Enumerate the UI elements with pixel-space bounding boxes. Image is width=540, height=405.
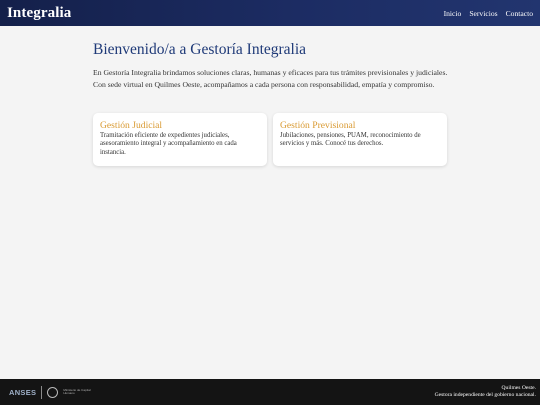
logo-divider <box>41 385 43 399</box>
footer-info: Quilmes Oeste. Gestora independiente del… <box>435 385 536 399</box>
page-title: Bienvenido/a a Gestoría Integralia <box>93 41 307 58</box>
nav-link-contacto[interactable]: Contacto <box>506 9 533 18</box>
card-gestion-judicial: Gestión Judicial Tramitación eficiente d… <box>93 113 267 166</box>
footer-logos: ANSES Ministerio de Capital Humano <box>9 385 95 399</box>
welcome-section: Bienvenido/a a Gestoría Integralia En Ge… <box>93 41 449 92</box>
anses-logo: ANSES <box>9 387 37 397</box>
brand-logo[interactable]: Integralia <box>7 5 71 22</box>
top-navbar: Integralia Inicio Servicios Contacto <box>0 0 540 26</box>
card-title: Gestión Previsional <box>280 120 356 131</box>
footer-location: Quilmes Oeste. <box>501 384 537 391</box>
page-footer: ANSES Ministerio de Capital Humano Quilm… <box>0 379 540 405</box>
footer-disclaimer: Gestora independiente del gobierno nacio… <box>434 392 536 398</box>
card-text: Tramitación eficiente de expedientes jud… <box>100 132 237 156</box>
nav-link-inicio[interactable]: Inicio <box>444 9 462 18</box>
nav-link-servicios[interactable]: Servicios <box>469 9 497 18</box>
card-gestion-previsional: Gestión Previsional Jubilaciones, pensio… <box>273 113 447 166</box>
intro-paragraph: En Gestoría Integralia brindamos solucio… <box>93 68 448 90</box>
card-title: Gestión Judicial <box>100 120 163 131</box>
main-nav: Inicio Servicios Contacto <box>444 9 533 18</box>
services-cards: Gestión Judicial Tramitación eficiente d… <box>93 113 449 166</box>
card-text: Jubilaciones, pensiones, PUAM, reconocim… <box>280 132 421 148</box>
ministry-logo-text: Ministerio de Capital Humano <box>63 387 91 395</box>
national-seal-icon <box>47 386 59 398</box>
